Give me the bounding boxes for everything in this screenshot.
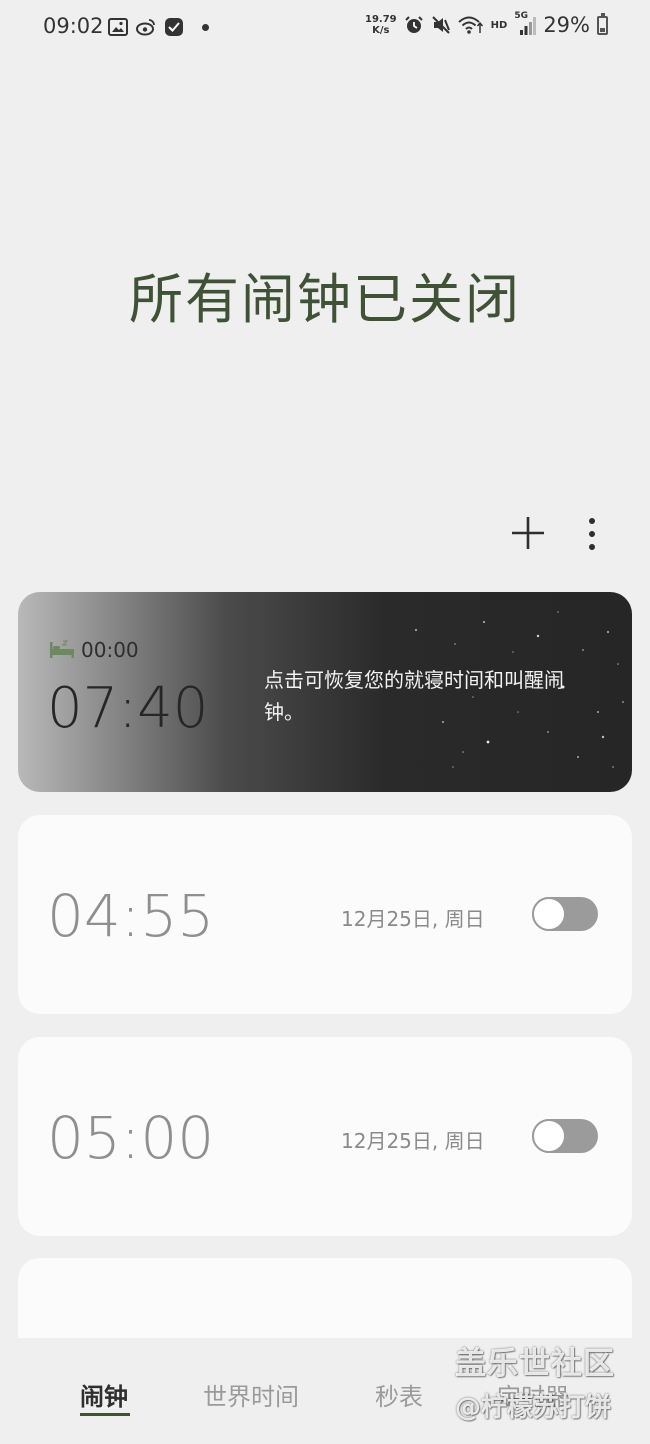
alarm-date: 12月25日, 周日 [341,907,485,931]
plus-icon [512,517,544,549]
bedtime-message: 点击可恢复您的就寝时间和叫醒闹钟。 [264,668,564,724]
watermark: 盖乐世社区 @柠檬苏打饼 [455,1338,645,1424]
wifi-icon [457,16,483,34]
tab-world-clock[interactable]: 世界时间 [203,1377,299,1412]
alarm-toggle[interactable] [532,897,598,931]
network-speed-value: 19.79 [365,14,397,25]
battery-fill [600,27,605,32]
battery-percent: 29% [543,13,590,37]
bed-icon [50,640,74,658]
bedtime-text: 00:00 [81,638,139,662]
mute-icon [431,16,450,34]
page-title: 所有闹钟已关闭 [129,268,521,331]
watermark-line2: @柠檬苏打饼 [455,1393,612,1423]
watermark-line1: 盖乐世社区 [455,1346,615,1382]
wake-time-text: 07:40 [47,676,209,741]
image-icon [108,18,128,36]
network-speed: 19.79 K/s [365,14,397,36]
add-alarm-button[interactable] [508,513,548,553]
alarm-time: 05:00 [47,1104,215,1172]
signal-group: 5G [514,11,537,36]
app-icon [165,18,183,36]
alarm-icon [404,16,423,33]
battery-icon [597,12,608,35]
status-right-icons: 19.79 K/s HD 5G 29% [365,11,608,37]
alarm-toggle[interactable] [532,1119,598,1153]
bedtime-card[interactable]: 00:00 07:40 点击可恢复您的就寝时间和叫醒闹钟。 [18,592,632,792]
status-bar: 09:02 19.79 K/s HD 5G 29% [0,0,650,58]
toggle-knob [532,897,566,931]
signal-icon [520,17,537,35]
toggle-knob [532,1119,566,1153]
tab-alarm[interactable]: 闹钟 [80,1377,128,1412]
status-left-icons [108,17,209,37]
weibo-icon [136,19,155,36]
more-options-button[interactable] [580,513,604,553]
alarm-date: 12月25日, 周日 [341,1129,485,1153]
alarm-card-partial[interactable] [18,1258,632,1338]
active-tab-indicator [80,1413,130,1416]
notification-dot [202,23,209,31]
more-vertical-icon [589,518,595,550]
tab-stopwatch[interactable]: 秒表 [375,1377,423,1412]
alarm-time: 04:55 [47,882,215,950]
alarm-card[interactable]: 04:55 12月25日, 周日 [18,815,632,1014]
network-speed-unit: K/s [372,25,390,36]
hd-label: HD [490,19,508,31]
status-time: 09:02 [43,14,104,38]
bedtime-row: 00:00 [49,638,139,662]
alarm-card[interactable]: 05:00 12月25日, 周日 [18,1037,632,1236]
